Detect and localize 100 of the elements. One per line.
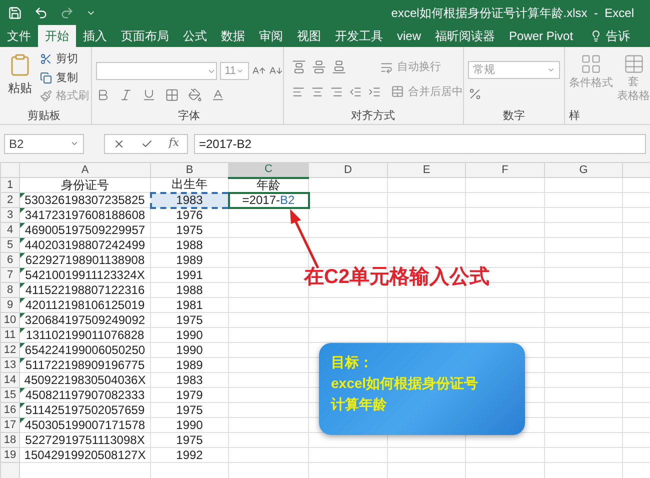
ribbon-tab[interactable]: 审阅 bbox=[252, 25, 290, 47]
table-cell: 1990 bbox=[150, 418, 228, 432]
table-cell: 54210019911123324X bbox=[25, 268, 145, 282]
ribbon-tab[interactable]: Power Pivot bbox=[502, 25, 580, 47]
save-icon[interactable] bbox=[8, 6, 22, 20]
error-indicator-icon[interactable] bbox=[20, 403, 25, 408]
row-number[interactable]: 17 bbox=[0, 418, 20, 432]
column-header[interactable]: B bbox=[150, 162, 228, 178]
ribbon-tab[interactable]: 文件 bbox=[0, 25, 38, 47]
row-number[interactable]: 5 bbox=[0, 238, 20, 252]
column-header[interactable]: C bbox=[228, 162, 308, 178]
row-number[interactable]: 15 bbox=[0, 388, 20, 402]
ribbon-tab[interactable]: 公式 bbox=[176, 25, 214, 47]
cut-button[interactable]: 剪切 bbox=[40, 51, 89, 68]
error-indicator-icon[interactable] bbox=[20, 253, 25, 258]
row-number[interactable]: 12 bbox=[0, 342, 20, 358]
percent-icon[interactable] bbox=[468, 87, 482, 101]
row-number[interactable]: 18 bbox=[0, 432, 20, 448]
ribbon-tab[interactable]: 页面布局 bbox=[114, 25, 176, 47]
table-cell: 1975 bbox=[150, 402, 228, 418]
row-number[interactable]: 14 bbox=[0, 372, 20, 388]
table-cell: 1989 bbox=[150, 358, 228, 372]
paste-button[interactable]: 粘贴 bbox=[4, 51, 36, 108]
table-cell: 320684197509249092 bbox=[24, 314, 146, 326]
row-number[interactable]: 3 bbox=[0, 208, 20, 222]
row-number[interactable]: 10 bbox=[0, 312, 20, 328]
column-header[interactable]: G bbox=[544, 162, 622, 178]
table-cell: 411522198807122316 bbox=[25, 284, 145, 296]
align-middle-icon[interactable] bbox=[312, 60, 326, 74]
ribbon-tab[interactable]: 视图 bbox=[290, 25, 328, 47]
row-number[interactable]: 1 bbox=[0, 178, 20, 192]
callout-text: excel如何根据身份证号 bbox=[331, 374, 480, 393]
formula-field[interactable]: =2017-B2 bbox=[194, 134, 646, 154]
error-indicator-icon[interactable] bbox=[20, 298, 25, 303]
column-header[interactable]: E bbox=[388, 162, 466, 178]
table-cell: 1983 bbox=[150, 372, 228, 388]
error-indicator-icon[interactable] bbox=[20, 343, 25, 348]
table-cell: 1988 bbox=[150, 238, 228, 252]
error-indicator-icon[interactable] bbox=[20, 283, 25, 288]
table-cell: 1981 bbox=[150, 298, 228, 312]
row-number[interactable]: 8 bbox=[0, 282, 20, 298]
callout-text: 计算年龄 bbox=[331, 395, 388, 414]
borders-icon[interactable] bbox=[165, 88, 179, 102]
column-header[interactable]: F bbox=[466, 162, 544, 178]
align-bottom-icon[interactable] bbox=[332, 60, 346, 74]
error-indicator-icon[interactable] bbox=[20, 238, 25, 243]
fill-color-icon[interactable] bbox=[188, 88, 202, 102]
error-indicator-icon[interactable] bbox=[20, 313, 25, 318]
ribbon-tab[interactable]: 开始 bbox=[38, 25, 76, 47]
error-indicator-icon[interactable] bbox=[20, 268, 25, 273]
ribbon-tab[interactable]: view bbox=[390, 25, 428, 47]
column-header[interactable]: A bbox=[20, 162, 150, 178]
row-number[interactable]: 6 bbox=[0, 252, 20, 268]
row-number[interactable]: 7 bbox=[0, 268, 20, 282]
row-number[interactable]: 9 bbox=[0, 298, 20, 312]
italic-icon[interactable] bbox=[119, 88, 133, 102]
error-indicator-icon[interactable] bbox=[20, 418, 25, 423]
row-number[interactable]: 2 bbox=[0, 192, 20, 208]
error-indicator-icon[interactable] bbox=[20, 358, 25, 363]
row-number[interactable]: 16 bbox=[0, 402, 20, 418]
error-indicator-icon[interactable] bbox=[20, 328, 25, 333]
ribbon-tab[interactable]: 数据 bbox=[214, 25, 252, 47]
cancel-icon[interactable] bbox=[112, 138, 125, 150]
name-box[interactable]: B2 bbox=[4, 134, 84, 154]
enter-icon[interactable] bbox=[140, 138, 153, 150]
tell-me-link[interactable]: 告诉 bbox=[606, 27, 630, 45]
formula-input-cell[interactable]: =2017-B2 bbox=[228, 192, 308, 208]
ribbon-tab[interactable]: 插入 bbox=[76, 25, 114, 47]
error-indicator-icon[interactable] bbox=[20, 193, 25, 198]
function-icon[interactable]: fx bbox=[168, 135, 180, 152]
table-cell: 身份证号 bbox=[20, 178, 150, 192]
font-name-field[interactable] bbox=[96, 62, 217, 80]
table-cell: 1975 bbox=[150, 312, 228, 328]
table-cell: 1983 bbox=[150, 192, 228, 208]
error-indicator-icon[interactable] bbox=[20, 208, 25, 213]
wrap-text-icon bbox=[380, 60, 393, 74]
dropdown-caret-icon bbox=[547, 66, 555, 74]
undo-icon[interactable] bbox=[34, 6, 48, 20]
window-title: excel如何根据身份证号计算年龄.xlsx - Excel bbox=[391, 4, 634, 22]
copy-icon bbox=[40, 72, 52, 84]
row-number[interactable]: 13 bbox=[0, 358, 20, 372]
dropdown-caret-icon bbox=[236, 67, 244, 75]
row-number[interactable]: 19 bbox=[0, 448, 20, 462]
copy-button[interactable]: 复制 bbox=[40, 70, 89, 86]
table-cell: 450821197907082333 bbox=[25, 388, 145, 402]
column-header[interactable]: D bbox=[308, 162, 388, 178]
table-cell: 1990 bbox=[150, 342, 228, 358]
underline-icon[interactable] bbox=[142, 88, 156, 102]
align-top-icon[interactable] bbox=[292, 60, 306, 74]
error-indicator-icon[interactable] bbox=[20, 223, 25, 228]
font-color-icon[interactable] bbox=[211, 88, 225, 102]
error-indicator-icon[interactable] bbox=[20, 388, 25, 393]
lightbulb-icon[interactable] bbox=[590, 30, 602, 42]
ribbon-tab[interactable]: 福昕阅读器 bbox=[428, 25, 502, 47]
table-cell: 1975 bbox=[150, 432, 228, 448]
ribbon-tab[interactable]: 开发工具 bbox=[328, 25, 390, 47]
row-number[interactable]: 11 bbox=[0, 328, 20, 342]
row-number[interactable]: 4 bbox=[0, 222, 20, 238]
table-cell: 15042919920508127X bbox=[24, 448, 146, 462]
bold-icon[interactable] bbox=[96, 88, 110, 102]
